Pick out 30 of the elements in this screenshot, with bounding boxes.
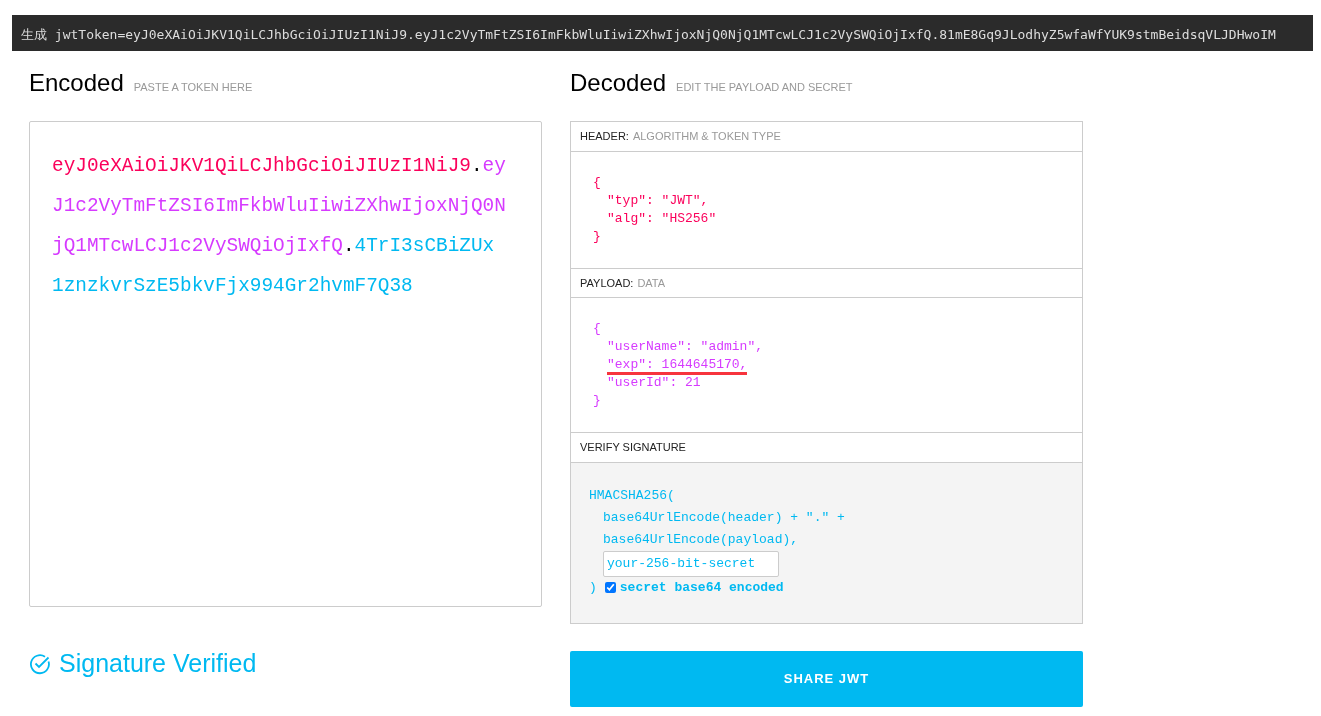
status-text: Signature Verified: [59, 648, 257, 679]
code-line: ): [589, 578, 597, 597]
secret-field[interactable]: your-256-bit-secret: [603, 550, 779, 577]
code-line: "alg": "HS256": [607, 210, 717, 226]
section-hint: EDIT THE PAYLOAD AND SECRET: [676, 80, 853, 95]
code-line: {: [593, 321, 601, 336]
code-line: }: [593, 228, 601, 244]
section-sublabel: DATA: [637, 276, 666, 289]
code-line: "typ": "JWT",: [607, 192, 709, 208]
code-line: base64UrlEncode(payload),: [603, 531, 799, 547]
section-hint: PASTE A TOKEN HERE: [133, 80, 253, 95]
code-line: }: [593, 393, 601, 408]
code-line: "userName": "admin",: [607, 339, 764, 354]
code-line: "exp": 1644645170,: [607, 357, 748, 375]
token-input[interactable]: eyJ0eXAiOiJKV1QiLCJhbGciOiJIUzI1NiJ9.eyJ1c2VyTmFtZSI6ImFkbWluIiwiZXhwIjoxNjQ0NjQ1MTcwLCJ1c2VySWQiOjIxfQ.4TrI3sCBiZUx1znzkvrSzE5bkvFjx994Gr2hvmF7Q38: [29, 121, 542, 607]
console-label: 生成: [21, 27, 47, 42]
code-line: HMACSHA256(: [589, 487, 675, 503]
section-label: VERIFY SIGNATURE: [580, 441, 686, 453]
code-line: "userId": 21: [607, 375, 701, 390]
code-line: base64UrlEncode(header) + "." +: [603, 509, 845, 525]
section-title: Encoded: [29, 68, 124, 98]
section-label: HEADER:: [580, 130, 629, 142]
checkbox-label: secret base64 encoded: [619, 578, 784, 597]
section-label: PAYLOAD:: [580, 276, 634, 289]
console-output: jwtToken=eyJ0eXAiOiJKV1QiLCJhbGciOiJIUzI1NiJ9.eyJ1c2VyTmFtZSI6ImFkbWluIiwiZXhwIjoxNjQ0NjQ1MTcwLCJ1c2VySWQiOjIxfQ.81mE8Gq9JLodhyZ5wfaWfYUK9stmBeidsqVLJDHwoIM: [54, 27, 1276, 42]
section-sublabel: ALGORITHM & TOKEN TYPE: [632, 130, 781, 142]
base64-checkbox[interactable]: [604, 582, 616, 593]
code-line: {: [593, 174, 601, 190]
encoded-token: eyJ0eXAiOiJKV1QiLCJhbGciOiJIUzI1NiJ9.eyJ1c2VyTmFtZSI6ImFkbWluIiwiZXhwIjoxNjQ0NjQ1MTcwLCJ1c2VySWQiOjIxfQ.4TrI3sCBiZUx1znzkvrSzE5bkvFjx994Gr2hvmF7Q38: [52, 154, 506, 299]
section-title: Decoded: [570, 68, 667, 98]
